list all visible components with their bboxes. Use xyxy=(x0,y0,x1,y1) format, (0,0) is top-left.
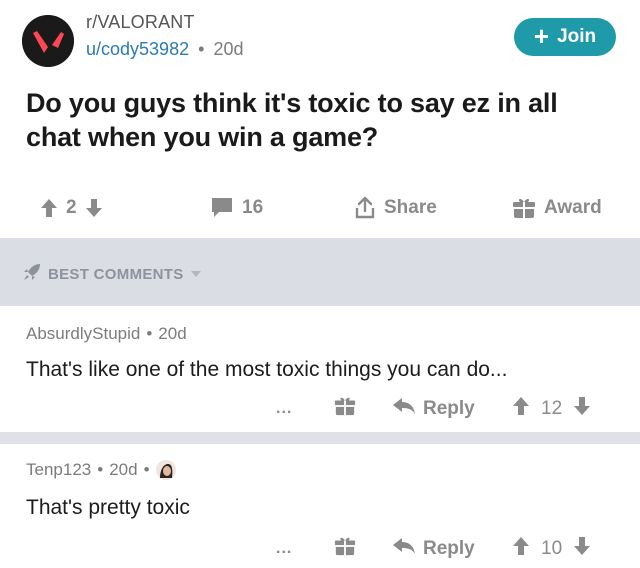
gift-icon xyxy=(334,395,356,423)
downvote-icon[interactable] xyxy=(573,396,591,422)
comment-vote-count: 10 xyxy=(541,538,563,559)
downvote-icon[interactable] xyxy=(85,198,103,218)
sort-banner: BEST COMMENTS xyxy=(0,238,640,306)
reply-label: Reply xyxy=(423,398,475,419)
award-button[interactable] xyxy=(334,534,356,564)
join-button[interactable]: + Join xyxy=(514,18,616,56)
meta-separator: • xyxy=(198,39,205,59)
share-label: Share xyxy=(384,197,437,218)
award-button[interactable] xyxy=(334,394,356,424)
comment-author[interactable]: AbsurdlyStupid xyxy=(26,324,140,344)
comment-actions: ... Reply 12 xyxy=(0,394,640,424)
join-label: Join xyxy=(557,26,597,47)
comment-age: 20d xyxy=(158,324,187,343)
share-icon xyxy=(354,196,376,220)
downvote-icon[interactable] xyxy=(573,536,591,562)
comment-author[interactable]: Tenp123 xyxy=(26,460,91,480)
meta-separator: • xyxy=(146,324,153,343)
comment-meta: AbsurdlyStupid • 20d xyxy=(26,324,187,344)
comment-vote-group: 10 xyxy=(512,534,591,564)
gift-icon xyxy=(512,196,536,220)
post-vote-group: 2 xyxy=(40,190,103,226)
share-button[interactable]: Share xyxy=(354,190,437,226)
post-title: Do you guys think it's toxic to say ez i… xyxy=(26,88,558,152)
upvote-icon[interactable] xyxy=(512,396,530,422)
reply-label: Reply xyxy=(423,538,475,559)
more-options-button[interactable]: ... xyxy=(276,394,292,424)
comment-item: AbsurdlyStupid • 20d That's like one of … xyxy=(0,306,640,432)
comments-button[interactable]: 16 xyxy=(210,190,263,226)
post-meta: u/cody53982 • 20d xyxy=(86,39,243,60)
user-flair-avatar-icon xyxy=(155,460,176,480)
gift-icon xyxy=(334,535,356,563)
subreddit-avatar-icon[interactable] xyxy=(22,15,74,67)
comment-actions: ... Reply 10 xyxy=(0,534,640,564)
speech-bubble-icon xyxy=(210,197,234,219)
rocket-icon xyxy=(22,262,42,286)
reply-arrow-icon xyxy=(392,397,416,421)
comment-body: That's pretty toxic xyxy=(26,496,190,519)
comment-vote-group: 12 xyxy=(512,394,591,424)
upvote-icon[interactable] xyxy=(512,536,530,562)
post-vote-count: 2 xyxy=(66,197,77,218)
plus-icon: + xyxy=(533,20,550,51)
comment-age: 20d xyxy=(109,460,138,479)
subreddit-name[interactable]: r/VALORANT xyxy=(86,12,195,33)
upvote-icon[interactable] xyxy=(40,198,58,218)
comment-body: That's like one of the most toxic things… xyxy=(26,358,508,381)
post-age: 20d xyxy=(213,39,244,59)
comment-divider xyxy=(0,432,640,444)
comment-count: 16 xyxy=(242,197,264,218)
post-header: r/VALORANT u/cody53982 • 20d + Join xyxy=(22,12,618,68)
comment-vote-count: 12 xyxy=(541,398,563,419)
meta-separator: • xyxy=(97,460,104,479)
post-author[interactable]: u/cody53982 xyxy=(86,39,189,59)
reply-arrow-icon xyxy=(392,537,416,561)
sort-label: BEST COMMENTS xyxy=(48,265,184,283)
chevron-down-icon xyxy=(190,266,202,283)
award-label: Award xyxy=(544,197,602,218)
reply-button[interactable]: Reply xyxy=(392,534,475,564)
reply-button[interactable]: Reply xyxy=(392,394,475,424)
comment-item: Tenp123 • 20d • That's pretty toxic ... … xyxy=(0,444,640,568)
sort-selector[interactable]: BEST COMMENTS xyxy=(22,262,202,286)
meta-separator: • xyxy=(143,460,150,479)
comment-meta: Tenp123 • 20d • xyxy=(26,460,176,480)
more-options-button[interactable]: ... xyxy=(276,534,292,564)
post-action-bar: 2 16 Share Award xyxy=(0,190,640,226)
award-button[interactable]: Award xyxy=(512,190,602,226)
